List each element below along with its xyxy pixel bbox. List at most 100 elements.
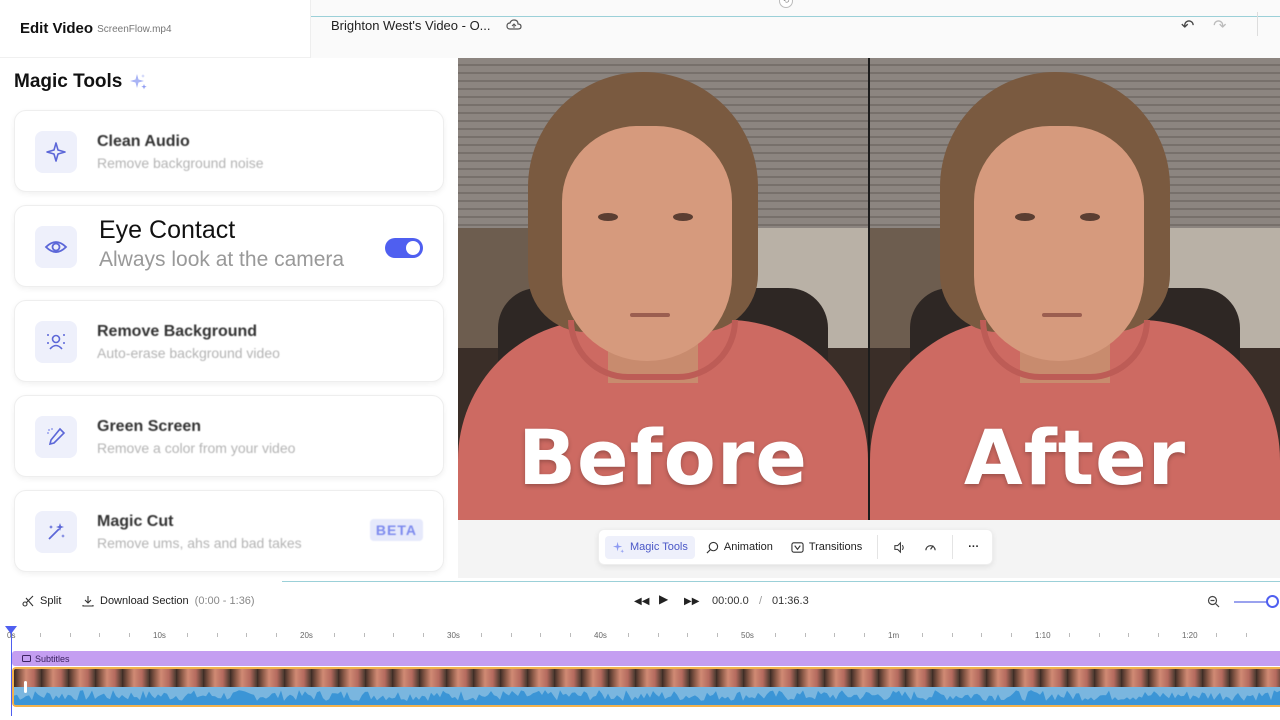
split-label: Split	[40, 595, 62, 607]
tool-description: Auto-erase background video	[97, 345, 280, 361]
ruler-tick	[481, 633, 483, 637]
tool-name: Green Screen	[97, 418, 202, 435]
download-section-button[interactable]: Download Section (0:00 - 1:36)	[82, 595, 255, 607]
subtitles-label: Subtitles	[35, 653, 70, 664]
file-name: ScreenFlow.mp4	[97, 24, 172, 35]
top-bar: ⟲ Brighton West's Video - O... ↶ ↷	[310, 0, 1280, 58]
resize-guide	[282, 581, 1280, 582]
tool-card-clean-audio[interactable]: Clean Audio Remove background noise	[14, 110, 444, 192]
magic-tools-button[interactable]: Magic Tools	[605, 535, 695, 559]
toolbar-divider	[877, 535, 879, 559]
fast-forward-icon[interactable]: ▶▶	[684, 596, 699, 607]
ruler-tick	[922, 633, 924, 637]
ruler-tick	[775, 633, 777, 637]
ruler-tick	[1128, 633, 1130, 637]
playback-controls: Split Download Section (0:00 - 1:36) ◀◀ …	[0, 578, 1280, 624]
ruler-tick	[216, 633, 218, 637]
download-icon	[82, 596, 94, 607]
animation-button[interactable]: Animation	[699, 536, 780, 559]
split-button[interactable]: Split	[22, 595, 61, 607]
current-time: 00:00.0	[712, 595, 749, 607]
sparkle-icon	[35, 131, 77, 173]
speedometer-icon	[925, 544, 936, 550]
video-clip-track[interactable]	[12, 667, 1280, 707]
ruler-tick	[334, 633, 336, 637]
tool-card-green-screen[interactable]: Green Screen Remove a color from your vi…	[14, 395, 444, 477]
animation-icon	[706, 541, 719, 553]
tool-name: Clean Audio	[97, 133, 190, 150]
editor-header: Edit Video ScreenFlow.mp4	[0, 0, 310, 58]
ruler-label: 1m	[888, 631, 900, 640]
redo-icon[interactable]: ↷	[1213, 16, 1226, 36]
tool-name: Magic Cut	[97, 513, 174, 530]
ruler-tick	[275, 633, 277, 637]
eyedropper-icon	[35, 416, 77, 458]
subtitles-icon	[22, 654, 31, 662]
ruler-label: 1:10	[1035, 631, 1051, 640]
ruler-tick	[1216, 633, 1218, 637]
preview-footer: Magic Tools Animation Transitions ···	[458, 520, 1280, 578]
zoom-slider-handle[interactable]	[1266, 595, 1279, 608]
ruler-tick	[1245, 633, 1247, 637]
ruler-tick	[422, 633, 424, 637]
ruler-tick	[804, 633, 806, 637]
ruler-tick	[863, 633, 865, 637]
panel-title: Magic Tools	[14, 71, 148, 93]
panel-title-text: Magic Tools	[14, 71, 123, 92]
time-separator: /	[759, 595, 763, 607]
timeline[interactable]: 0s10s20s30s40s50s1m1:101:20 Subtitles	[0, 624, 1280, 720]
after-frame: After	[870, 58, 1280, 520]
zoom-out-icon[interactable]	[1207, 595, 1220, 608]
time-ruler[interactable]: 0s10s20s30s40s50s1m1:101:20	[0, 624, 1280, 648]
sparkles-icon	[130, 74, 148, 90]
tool-card-remove-background[interactable]: Remove Background Auto-erase background …	[14, 300, 444, 382]
tool-name: Eye Contact	[99, 216, 236, 244]
ruler-tick	[187, 633, 189, 637]
video-preview[interactable]: Before After	[458, 58, 1280, 520]
magic-tools-panel: Magic Tools Clean Audio Remove backgroun…	[0, 58, 458, 578]
ruler-tick	[246, 633, 248, 637]
tool-description: Remove ums, ahs and bad takes	[97, 535, 302, 551]
ruler-tick	[69, 633, 71, 637]
ruler-label: 40s	[594, 631, 607, 640]
video-title[interactable]: Brighton West's Video - O...	[331, 18, 491, 33]
sparkles-icon	[612, 541, 625, 553]
play-icon[interactable]: ▶	[659, 592, 668, 606]
ruler-tick	[128, 633, 130, 637]
ruler-tick	[834, 633, 836, 637]
ruler-tick	[1010, 633, 1012, 637]
ruler-label: 30s	[447, 631, 460, 640]
after-label: After	[963, 413, 1187, 502]
tool-description: Always look at the camera	[99, 248, 345, 271]
volume-button[interactable]	[886, 536, 913, 559]
magic-tools-label: Magic Tools	[630, 541, 688, 553]
ruler-tick	[687, 633, 689, 637]
playhead[interactable]	[11, 626, 12, 716]
subtitles-track[interactable]: Subtitles	[12, 651, 1280, 666]
person-erase-icon	[35, 321, 77, 363]
ruler-tick	[99, 633, 101, 637]
ruler-tick	[981, 633, 983, 637]
audio-waveform	[14, 687, 1280, 705]
more-options-button[interactable]: ···	[961, 536, 986, 558]
eye-contact-toggle[interactable]	[385, 238, 423, 258]
transitions-icon	[791, 541, 804, 553]
clip-thumbnails	[14, 669, 1280, 689]
rewind-icon[interactable]: ◀◀	[634, 596, 649, 607]
ruler-label: 20s	[300, 631, 313, 640]
transitions-button[interactable]: Transitions	[784, 536, 869, 559]
ruler-tick	[40, 633, 42, 637]
ruler-tick	[628, 633, 630, 637]
clip-trim-handle[interactable]	[24, 681, 27, 693]
resize-handle[interactable]: ⟲	[779, 0, 793, 8]
speed-button[interactable]	[917, 536, 944, 559]
ruler-tick	[569, 633, 571, 637]
tool-name: Remove Background	[97, 323, 258, 340]
speaker-icon	[894, 541, 904, 553]
tool-card-eye-contact[interactable]: Eye Contact Always look at the camera	[14, 205, 444, 287]
tool-card-magic-cut[interactable]: Magic Cut Remove ums, ahs and bad takes …	[14, 490, 444, 572]
beta-badge: BETA	[369, 519, 423, 541]
undo-icon[interactable]: ↶	[1181, 16, 1194, 36]
header-divider	[1257, 12, 1258, 36]
playhead-marker[interactable]	[5, 626, 17, 634]
